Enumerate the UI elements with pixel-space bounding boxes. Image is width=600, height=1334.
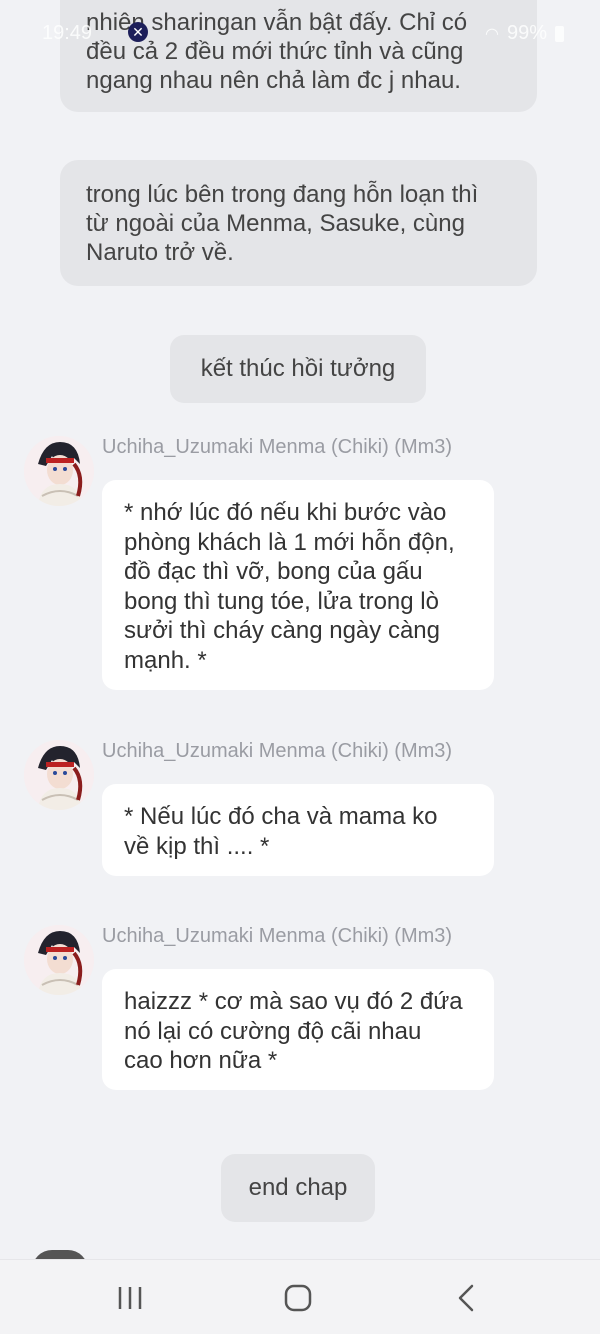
narration-card: trong lúc bên trong đang hỗn loạn thì từ… xyxy=(60,160,537,286)
narration-line: nhiên sharingan vẫn bật đấy. Chỉ có xyxy=(86,9,468,36)
recent-apps-icon[interactable] xyxy=(100,1278,160,1318)
message-line: * nhớ lúc đó nếu khi bước vào xyxy=(124,499,447,526)
message-line: sưởi thì cháy càng ngày càng xyxy=(124,617,440,644)
navigation-bar xyxy=(0,1259,600,1334)
narration-line: trong lúc bên trong đang hỗn loạn thì xyxy=(86,181,479,208)
message-bubble[interactable]: haizzz * cơ mà sao vụ đó 2 đứa nó lại có… xyxy=(102,969,494,1090)
message-line: đồ đạc thì vỡ, bong của gấu xyxy=(124,558,423,585)
narration-line: ngang nhau nên chả làm đc j nhau. xyxy=(86,67,461,94)
back-icon[interactable] xyxy=(436,1278,496,1318)
narration-card: nhiên sharingan vẫn bật đấy. Chỉ có đều … xyxy=(60,0,537,112)
message-line: bong thì tung tóe, lửa trong lò xyxy=(124,587,439,615)
message-line: phòng khách là 1 mới hỗn độn, xyxy=(124,528,455,556)
narration-line: Naruto trở về. xyxy=(86,239,234,266)
avatar[interactable] xyxy=(24,436,94,506)
message-line: haizzz * cơ mà sao vụ đó 2 đứa xyxy=(124,988,463,1015)
message-line: * Nếu lúc đó cha và mama ko xyxy=(124,803,438,830)
message-line: về kịp thì .... * xyxy=(124,832,270,860)
sender-name: Uchiha_Uzumaki Menma (Chiki) (Mm3) xyxy=(102,436,453,458)
message-line: cao hơn nữa * xyxy=(124,1047,278,1074)
end-chapter-pill: end chap xyxy=(221,1154,375,1222)
narration-line: từ ngoài của Menma, Sasuke, cùng xyxy=(86,210,465,237)
narration-line: đều cả 2 đều mới thức tỉnh và cũng xyxy=(86,38,464,65)
home-icon[interactable] xyxy=(268,1278,328,1318)
message-bubble[interactable]: * nhớ lúc đó nếu khi bước vào phòng khác… xyxy=(102,480,494,690)
message-bubble[interactable]: * Nếu lúc đó cha và mama ko về kịp thì .… xyxy=(102,784,494,876)
message-line: nó lại có cường độ cãi nhau xyxy=(124,1017,422,1045)
scene-marker-pill: kết thúc hồi tưởng xyxy=(170,335,426,403)
avatar[interactable] xyxy=(24,925,94,995)
sender-name: Uchiha_Uzumaki Menma (Chiki) (Mm3) xyxy=(102,925,453,947)
sender-name: Uchiha_Uzumaki Menma (Chiki) (Mm3) xyxy=(102,740,453,762)
message-line: mạnh. * xyxy=(124,646,207,674)
avatar[interactable] xyxy=(24,740,94,810)
battery-icon xyxy=(555,25,564,42)
